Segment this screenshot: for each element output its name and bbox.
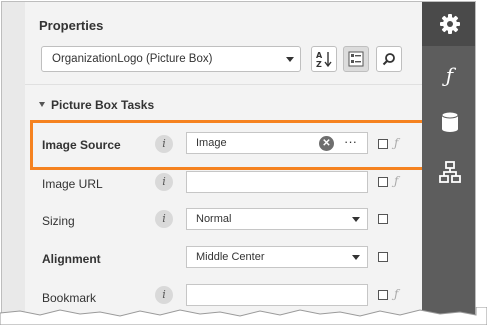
sizing-checkbox[interactable] — [378, 214, 388, 224]
image-url-checkbox[interactable] — [378, 177, 388, 187]
sizing-label: Sizing — [42, 214, 75, 228]
sort-alphabetical-button[interactable]: A Z — [311, 46, 337, 72]
section-header-picture-box-tasks[interactable]: Picture Box Tasks — [51, 98, 154, 112]
section-title: Picture Box Tasks — [51, 98, 155, 112]
image-url-field[interactable] — [186, 171, 368, 193]
svg-text:Z: Z — [316, 60, 322, 69]
function-icon[interactable]: ƒ — [394, 287, 398, 301]
sizing-value: Normal — [196, 213, 232, 225]
torn-edge — [0, 307, 487, 325]
sizing-dropdown[interactable]: Normal — [186, 208, 368, 230]
right-sidebar: ƒ — [422, 2, 475, 318]
chevron-down-icon — [286, 57, 294, 62]
function-icon[interactable]: ƒ — [394, 174, 398, 188]
alignment-value: Middle Center — [196, 251, 265, 263]
bookmark-field[interactable] — [186, 284, 368, 306]
info-icon[interactable]: i — [155, 173, 173, 191]
chevron-down-icon — [352, 255, 360, 260]
alignment-label: Alignment — [42, 252, 101, 266]
left-edge-strip — [2, 2, 25, 318]
component-selector-value: OrganizationLogo (Picture Box) — [52, 53, 213, 65]
alignment-checkbox[interactable] — [378, 252, 388, 262]
bookmark-checkbox[interactable] — [378, 290, 388, 300]
image-source-highlight — [30, 120, 425, 170]
expressions-tab[interactable]: ƒ — [422, 53, 475, 97]
properties-panel: Properties OrganizationLogo (Picture Box… — [25, 2, 425, 318]
sort-az-icon: A Z — [316, 51, 332, 69]
component-selector[interactable]: OrganizationLogo (Picture Box) — [41, 46, 301, 72]
properties-tab[interactable] — [422, 2, 475, 46]
image-url-label: Image URL — [42, 177, 103, 191]
categorized-list-icon — [348, 51, 364, 67]
alignment-dropdown[interactable]: Middle Center — [186, 246, 368, 268]
hierarchy-icon — [438, 161, 461, 183]
report-explorer-tab[interactable] — [422, 150, 475, 194]
bookmark-label: Bookmark — [42, 291, 97, 305]
info-icon[interactable]: i — [155, 210, 173, 228]
function-icon: ƒ — [445, 63, 454, 87]
gear-icon — [439, 14, 460, 34]
categorized-view-button[interactable] — [343, 46, 369, 72]
search-icon — [382, 53, 395, 66]
properties-window: Properties OrganizationLogo (Picture Box… — [1, 1, 476, 319]
panel-title: Properties — [39, 18, 104, 33]
database-icon — [441, 111, 458, 132]
info-icon[interactable]: i — [155, 286, 173, 304]
chevron-down-icon — [352, 217, 360, 222]
search-button[interactable] — [376, 46, 402, 72]
collapse-arrow-icon[interactable] — [39, 102, 45, 107]
toolbar-divider — [25, 84, 422, 85]
field-list-tab[interactable] — [422, 100, 475, 144]
svg-text:A: A — [316, 51, 323, 60]
